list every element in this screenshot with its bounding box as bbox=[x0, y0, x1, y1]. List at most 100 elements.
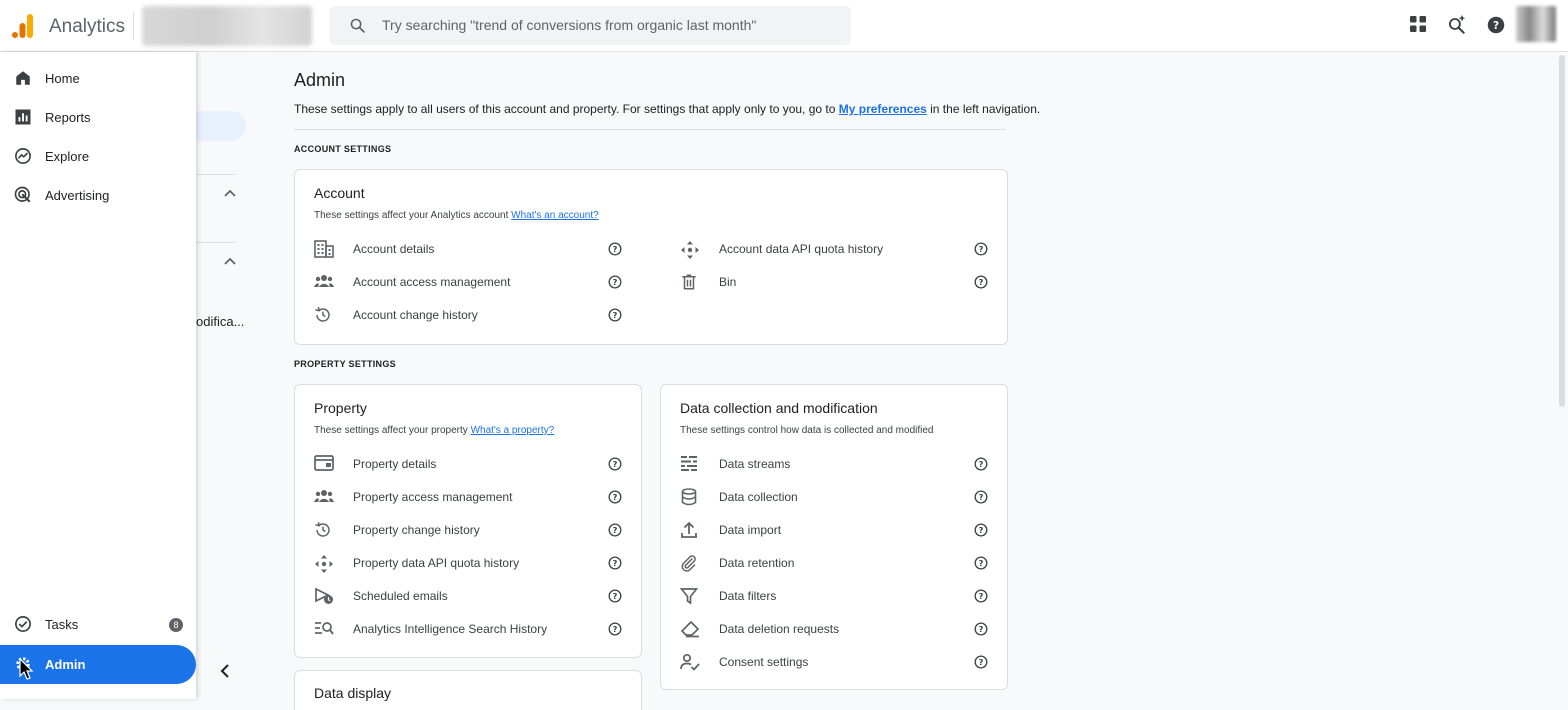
svg-text:?: ? bbox=[613, 459, 618, 469]
secondary-nav-divider bbox=[196, 242, 236, 243]
history-icon bbox=[315, 522, 330, 537]
account-change-history-row[interactable]: Account change history ? bbox=[314, 302, 624, 330]
whats-an-account-link[interactable]: What's an account? bbox=[511, 210, 599, 221]
header-divider bbox=[133, 12, 134, 40]
svg-text:?: ? bbox=[613, 277, 618, 287]
secondary-nav-divider bbox=[196, 174, 236, 175]
account-details-row[interactable]: Account details ? bbox=[314, 236, 624, 264]
task-check-icon bbox=[15, 616, 31, 632]
apps-grid-icon[interactable] bbox=[1409, 15, 1427, 33]
property-access-row[interactable]: Property access management ? bbox=[314, 484, 624, 512]
scheduled-emails-row[interactable]: Scheduled emails ? bbox=[314, 583, 624, 611]
svg-text:?: ? bbox=[979, 591, 984, 601]
nav-item-label: Advertising bbox=[45, 188, 110, 203]
help-circle-icon[interactable]: ? bbox=[608, 275, 622, 289]
help-icon[interactable]: ? bbox=[1487, 16, 1505, 34]
nav-item-tasks[interactable]: Tasks 8 bbox=[0, 605, 196, 644]
data-filters-row[interactable]: Data filters ? bbox=[680, 583, 990, 611]
svg-text:?: ? bbox=[1493, 20, 1499, 32]
api-quota-icon bbox=[681, 241, 699, 259]
search-bar[interactable]: Try searching "trend of conversions from… bbox=[329, 6, 851, 45]
nav-item-reports[interactable]: Reports bbox=[0, 98, 196, 137]
account-card: Account These settings affect your Analy… bbox=[294, 169, 1008, 345]
help-circle-icon[interactable]: ? bbox=[974, 655, 988, 669]
svg-text:?: ? bbox=[613, 525, 618, 535]
help-circle-icon[interactable]: ? bbox=[974, 242, 988, 256]
data-streams-row[interactable]: Data streams ? bbox=[680, 451, 990, 479]
help-circle-icon[interactable]: ? bbox=[608, 523, 622, 537]
explore-icon bbox=[15, 148, 31, 164]
property-api-quota-row[interactable]: Property data API quota history ? bbox=[314, 550, 624, 578]
bin-row[interactable]: Bin ? bbox=[680, 269, 990, 297]
property-change-history-row[interactable]: Property change history ? bbox=[314, 517, 624, 545]
user-avatar[interactable] bbox=[1516, 6, 1556, 42]
help-circle-icon[interactable]: ? bbox=[608, 589, 622, 603]
help-circle-icon[interactable]: ? bbox=[608, 490, 622, 504]
help-circle-icon[interactable]: ? bbox=[608, 457, 622, 471]
svg-text:?: ? bbox=[613, 624, 618, 634]
nav-item-advertising[interactable]: Advertising bbox=[0, 176, 196, 215]
account-access-row[interactable]: Account access management ? bbox=[314, 269, 624, 297]
row-label: Scheduled emails bbox=[353, 589, 448, 603]
scrollbar-thumb[interactable] bbox=[1559, 55, 1565, 407]
help-circle-icon[interactable]: ? bbox=[974, 457, 988, 471]
search-history-row[interactable]: Analytics Intelligence Search History ? bbox=[314, 616, 624, 644]
analytics-logo-icon[interactable] bbox=[12, 14, 34, 38]
help-circle-icon[interactable]: ? bbox=[608, 556, 622, 570]
svg-text:?: ? bbox=[613, 244, 618, 254]
help-circle-icon[interactable]: ? bbox=[974, 490, 988, 504]
help-circle-icon[interactable]: ? bbox=[974, 622, 988, 636]
account-api-quota-row[interactable]: Account data API quota history ? bbox=[680, 236, 990, 264]
property-details-row[interactable]: Property details ? bbox=[314, 451, 624, 479]
row-label: Data streams bbox=[719, 457, 791, 471]
help-circle-icon[interactable]: ? bbox=[974, 523, 988, 537]
data-collection-row[interactable]: Data collection ? bbox=[680, 484, 990, 512]
database-icon bbox=[681, 488, 697, 506]
help-circle-icon[interactable]: ? bbox=[974, 556, 988, 570]
nav-item-explore[interactable]: Explore bbox=[0, 137, 196, 176]
row-label: Analytics Intelligence Search History bbox=[353, 622, 548, 636]
account-selector[interactable] bbox=[142, 6, 312, 46]
nav-item-label: Reports bbox=[45, 110, 91, 125]
collapse-nav-icon[interactable] bbox=[218, 664, 232, 678]
property-desc-text: These settings affect your property bbox=[314, 425, 471, 436]
tasks-count-badge: 8 bbox=[169, 618, 183, 632]
help-circle-icon[interactable]: ? bbox=[974, 589, 988, 603]
consent-icon bbox=[680, 653, 700, 671]
svg-text:?: ? bbox=[613, 558, 618, 568]
intro-prefix: These settings apply to all users of thi… bbox=[294, 102, 839, 116]
help-circle-icon[interactable]: ? bbox=[608, 308, 622, 322]
my-preferences-link[interactable]: My preferences bbox=[839, 102, 927, 116]
consent-settings-row[interactable]: Consent settings ? bbox=[680, 649, 990, 677]
search-history-icon bbox=[315, 622, 334, 635]
data-deletion-row[interactable]: Data deletion requests ? bbox=[680, 616, 990, 644]
help-circle-icon[interactable]: ? bbox=[608, 622, 622, 636]
chevron-up-icon[interactable] bbox=[224, 257, 236, 265]
search-insights-icon[interactable] bbox=[1447, 14, 1467, 34]
row-label: Data collection bbox=[719, 490, 798, 504]
help-circle-icon[interactable]: ? bbox=[974, 275, 988, 289]
data-retention-row[interactable]: Data retention ? bbox=[680, 550, 990, 578]
search-input[interactable]: Try searching "trend of conversions from… bbox=[382, 17, 756, 33]
chevron-up-icon[interactable] bbox=[224, 189, 236, 197]
app-title[interactable]: Analytics bbox=[49, 16, 125, 38]
svg-text:?: ? bbox=[613, 591, 618, 601]
property-card-description: These settings affect your property What… bbox=[314, 425, 554, 436]
nav-item-home[interactable]: Home bbox=[0, 59, 196, 98]
search-icon bbox=[350, 18, 365, 33]
svg-text:?: ? bbox=[613, 310, 618, 320]
help-circle-icon[interactable]: ? bbox=[608, 242, 622, 256]
advertising-icon bbox=[14, 186, 31, 203]
property-settings-heading: PROPERTY SETTINGS bbox=[294, 359, 396, 369]
secondary-nav-selected-item[interactable] bbox=[196, 111, 246, 141]
secondary-nav-item-label[interactable]: odifica... bbox=[196, 314, 244, 329]
page-title: Admin bbox=[294, 70, 346, 90]
mouse-cursor-icon bbox=[19, 658, 34, 680]
svg-text:?: ? bbox=[613, 492, 618, 502]
row-label: Consent settings bbox=[719, 655, 809, 669]
svg-text:?: ? bbox=[979, 459, 984, 469]
whats-a-property-link[interactable]: What's a property? bbox=[471, 425, 555, 436]
data-import-row[interactable]: Data import ? bbox=[680, 517, 990, 545]
data-card-title: Data collection and modification bbox=[680, 400, 878, 416]
row-label: Account change history bbox=[353, 308, 478, 322]
